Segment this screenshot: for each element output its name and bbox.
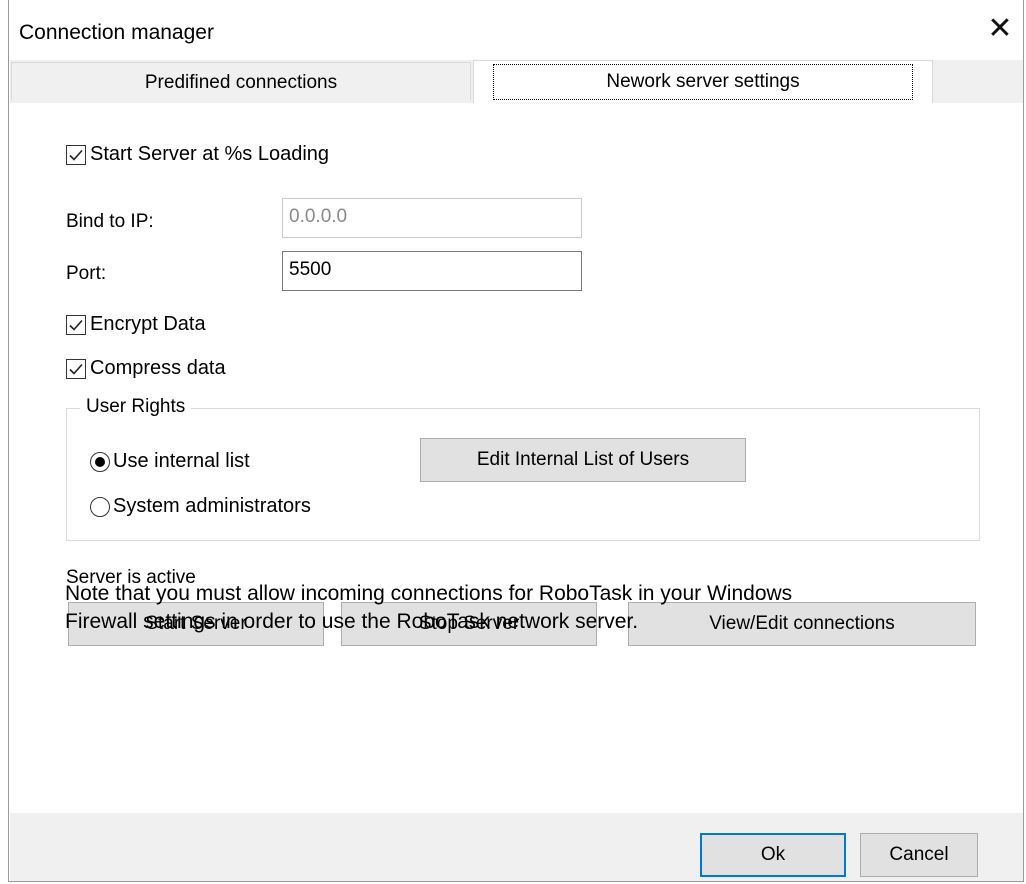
dialog-footer: Ok Cancel bbox=[10, 813, 1023, 881]
checkbox-checked-icon bbox=[66, 358, 86, 379]
window-title: Connection manager bbox=[19, 21, 214, 44]
tab-predefined-connections[interactable]: Predifined connections bbox=[11, 62, 471, 100]
server-settings-panel: Start Server at %s Loading Bind to IP: 0… bbox=[10, 103, 1023, 813]
radio-label: System administrators bbox=[113, 495, 311, 517]
radio-unselected-icon bbox=[90, 496, 110, 517]
note-line-1: Note that you must allow incoming connec… bbox=[65, 582, 793, 605]
port-field[interactable]: 5500 bbox=[282, 251, 582, 291]
edit-internal-list-button[interactable]: Edit Internal List of Users bbox=[420, 438, 746, 482]
tab-network-server-settings[interactable]: Nework server settings bbox=[473, 60, 933, 104]
tab-label: Nework server settings bbox=[493, 64, 913, 100]
use-internal-list-radio[interactable]: Use internal list bbox=[90, 450, 250, 473]
note-line-2: Firewall settings in order to use the Ro… bbox=[65, 610, 639, 633]
checkbox-checked-icon bbox=[66, 144, 86, 165]
close-icon[interactable]: ✕ bbox=[985, 14, 1015, 44]
system-administrators-radio[interactable]: System administrators bbox=[90, 495, 311, 518]
checkbox-checked-icon bbox=[66, 314, 86, 335]
checkbox-label: Compress data bbox=[90, 357, 226, 379]
compress-data-checkbox[interactable]: Compress data bbox=[66, 357, 226, 380]
ok-button[interactable]: Ok bbox=[700, 833, 846, 877]
bind-ip-label: Bind to IP: bbox=[66, 211, 154, 232]
checkbox-label: Start Server at %s Loading bbox=[90, 143, 330, 165]
port-label: Port: bbox=[66, 263, 107, 284]
firewall-note: Note that you must allow incoming connec… bbox=[65, 580, 965, 636]
title-bar: Connection manager ✕ bbox=[9, 0, 1023, 60]
radio-selected-icon bbox=[90, 451, 110, 472]
connection-manager-dialog: Connection manager ✕ Predifined connecti… bbox=[8, 0, 1024, 882]
encrypt-data-checkbox[interactable]: Encrypt Data bbox=[66, 313, 206, 336]
checkbox-label: Encrypt Data bbox=[90, 313, 206, 335]
cancel-button[interactable]: Cancel bbox=[860, 833, 978, 877]
start-server-at-loading-checkbox[interactable]: Start Server at %s Loading bbox=[66, 143, 329, 166]
bind-ip-field[interactable]: 0.0.0.0 bbox=[282, 198, 582, 238]
radio-label: Use internal list bbox=[113, 450, 250, 472]
user-rights-title: User Rights bbox=[80, 396, 192, 418]
